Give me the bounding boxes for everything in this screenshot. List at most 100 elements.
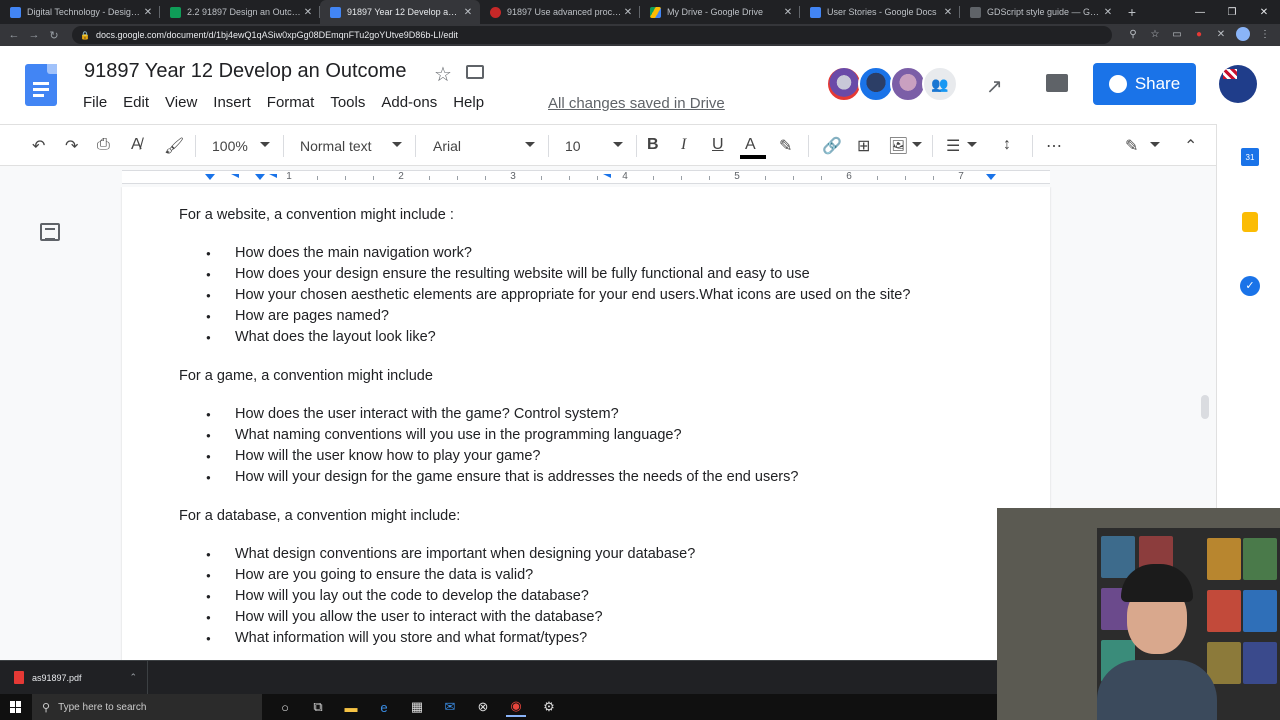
menu-add-ons[interactable]: Add-ons (381, 94, 437, 111)
browser-tab[interactable]: 91897 Use advanced processes t ✕ (480, 0, 640, 24)
menu-edit[interactable]: Edit (123, 94, 149, 111)
back-arrow-icon[interactable]: ← (4, 29, 24, 41)
menu-help[interactable]: Help (453, 94, 484, 111)
windows-start-icon[interactable] (10, 701, 22, 713)
document-outline-icon[interactable] (40, 223, 60, 241)
font-size-select[interactable]: 10 (565, 138, 581, 154)
tab-stop-icon[interactable] (603, 174, 611, 178)
editing-mode-icon[interactable]: ✎ (1125, 136, 1138, 156)
docs-logo-icon[interactable] (25, 64, 57, 106)
link-icon[interactable]: 🔗 (822, 136, 842, 156)
zoom-select[interactable]: 100% (212, 138, 248, 154)
line-spacing-icon[interactable]: ↕ (1003, 136, 1011, 154)
tab-close-icon[interactable]: ✕ (302, 7, 314, 18)
bold-button[interactable]: B (647, 136, 659, 154)
profile-avatar[interactable] (1236, 27, 1250, 41)
minimize-icon[interactable]: — (1184, 0, 1216, 24)
account-avatar[interactable] (1219, 65, 1257, 103)
text-color-button[interactable]: A (745, 136, 756, 154)
tab-close-icon[interactable]: ✕ (622, 7, 634, 18)
chevron-up-icon[interactable]: ⌃ (130, 672, 138, 683)
indent-marker-icon[interactable] (205, 174, 215, 180)
browser-tab[interactable]: 2.2 91897 Design an Outcome Fe ✕ (160, 0, 320, 24)
browser-tab[interactable]: Digital Technology - Design an C ✕ (0, 0, 160, 24)
share-button[interactable]: Share (1093, 63, 1196, 105)
reload-icon[interactable]: ↻ (44, 29, 64, 42)
taskbar-search-input[interactable]: ⚲ Type here to search (32, 694, 262, 720)
comment-icon[interactable] (1046, 74, 1068, 92)
tab-close-icon[interactable]: ✕ (1102, 7, 1114, 18)
insert-image-icon[interactable]: 🖼 (888, 136, 908, 156)
scrollbar[interactable] (1201, 395, 1209, 419)
chrome-icon[interactable]: ◉ (506, 697, 526, 717)
cortana-icon[interactable]: ○ (275, 697, 295, 717)
tab-stop-icon[interactable] (269, 174, 277, 178)
paint-format-icon[interactable]: 🖌 (164, 136, 184, 156)
star-icon[interactable]: ☆ (434, 62, 452, 87)
more-options-icon[interactable]: ⋯ (1046, 136, 1062, 156)
save-status[interactable]: All changes saved in Drive (548, 95, 725, 112)
close-window-icon[interactable]: ✕ (1248, 0, 1280, 24)
highlight-icon[interactable]: ✎ (779, 136, 792, 156)
app-icon[interactable]: ⚙ (539, 697, 559, 717)
keep-icon[interactable] (1242, 212, 1258, 232)
chrome-menu-icon[interactable]: ⋮ (1258, 27, 1272, 41)
italic-button[interactable]: I (681, 136, 686, 154)
ruler[interactable]: 1 2 3 4 5 6 7 (122, 170, 1050, 184)
menu-tools[interactable]: Tools (330, 94, 365, 111)
avatar[interactable] (890, 66, 926, 102)
download-filename[interactable]: as91897.pdf (32, 673, 82, 683)
url-input[interactable]: 🔒 docs.google.com/document/d/1bj4ewQ1qAS… (72, 26, 1112, 44)
redo-icon[interactable]: ↷ (65, 136, 78, 156)
tasks-icon[interactable]: ✓ (1240, 276, 1260, 296)
browser-tab-active[interactable]: 91897 Year 12 Develop an Outco ✕ (320, 0, 480, 24)
tab-close-icon[interactable]: ✕ (142, 7, 154, 18)
menu-file[interactable]: File (83, 94, 107, 111)
anonymous-user-icon[interactable]: 👥 (922, 66, 958, 102)
right-indent-icon[interactable] (986, 174, 996, 180)
activity-trend-icon[interactable]: ↗ (986, 74, 1003, 99)
new-tab-button[interactable]: + (1120, 0, 1144, 24)
underline-button[interactable]: U (712, 136, 724, 154)
menu-insert[interactable]: Insert (213, 94, 251, 111)
edge-icon[interactable]: e (374, 697, 394, 717)
document-page[interactable]: For a website, a convention might includ… (122, 187, 1050, 660)
hanging-indent-icon[interactable] (255, 174, 265, 180)
move-folder-icon[interactable] (466, 65, 484, 79)
spellcheck-icon[interactable]: A̸ (131, 136, 142, 154)
menu-view[interactable]: View (165, 94, 197, 111)
forward-arrow-icon[interactable]: → (24, 29, 44, 41)
tab-close-icon[interactable]: ✕ (782, 7, 794, 18)
tab-close-icon[interactable]: ✕ (942, 7, 954, 18)
search-icon[interactable]: ⚲ (1126, 27, 1140, 41)
document-title[interactable]: 91897 Year 12 Develop an Outcome (84, 60, 406, 83)
menu-format[interactable]: Format (267, 94, 315, 111)
restore-icon[interactable]: ❐ (1216, 0, 1248, 24)
cast-icon[interactable]: ▭ (1170, 27, 1184, 41)
xbox-icon[interactable]: ⊗ (473, 697, 493, 717)
avatar[interactable] (826, 66, 862, 102)
add-comment-icon[interactable]: ⊞ (857, 136, 870, 156)
avatar[interactable] (858, 66, 894, 102)
mail-icon[interactable]: ✉ (440, 697, 460, 717)
file-explorer-icon[interactable]: ▬ (341, 697, 361, 717)
browser-tab[interactable]: GDScript style guide — Godot E ✕ (960, 0, 1120, 24)
bookmark-star-icon[interactable]: ☆ (1148, 27, 1162, 41)
calendar-icon[interactable]: 31 (1241, 148, 1259, 166)
browser-tab[interactable]: My Drive - Google Drive ✕ (640, 0, 800, 24)
browser-tab[interactable]: User Stories - Google Docs ✕ (800, 0, 960, 24)
ruler-number: 7 (958, 171, 964, 182)
undo-icon[interactable]: ↶ (32, 136, 45, 156)
paragraph-style-select[interactable]: Normal text (300, 138, 372, 154)
print-icon[interactable]: ⎙ (97, 136, 110, 154)
docs-favicon-icon (10, 6, 21, 18)
collapse-menus-icon[interactable]: ⌃ (1184, 136, 1197, 156)
font-select[interactable]: Arial (433, 138, 461, 154)
tab-close-icon[interactable]: ✕ (462, 7, 474, 18)
extension-x-icon[interactable]: ✕ (1214, 27, 1228, 41)
task-view-icon[interactable]: ⧉ (308, 697, 328, 717)
extension-icon[interactable]: ● (1192, 27, 1206, 41)
align-left-icon[interactable]: ☰ (946, 136, 960, 156)
store-icon[interactable]: ▦ (407, 697, 427, 717)
first-line-indent-icon[interactable] (231, 174, 239, 178)
